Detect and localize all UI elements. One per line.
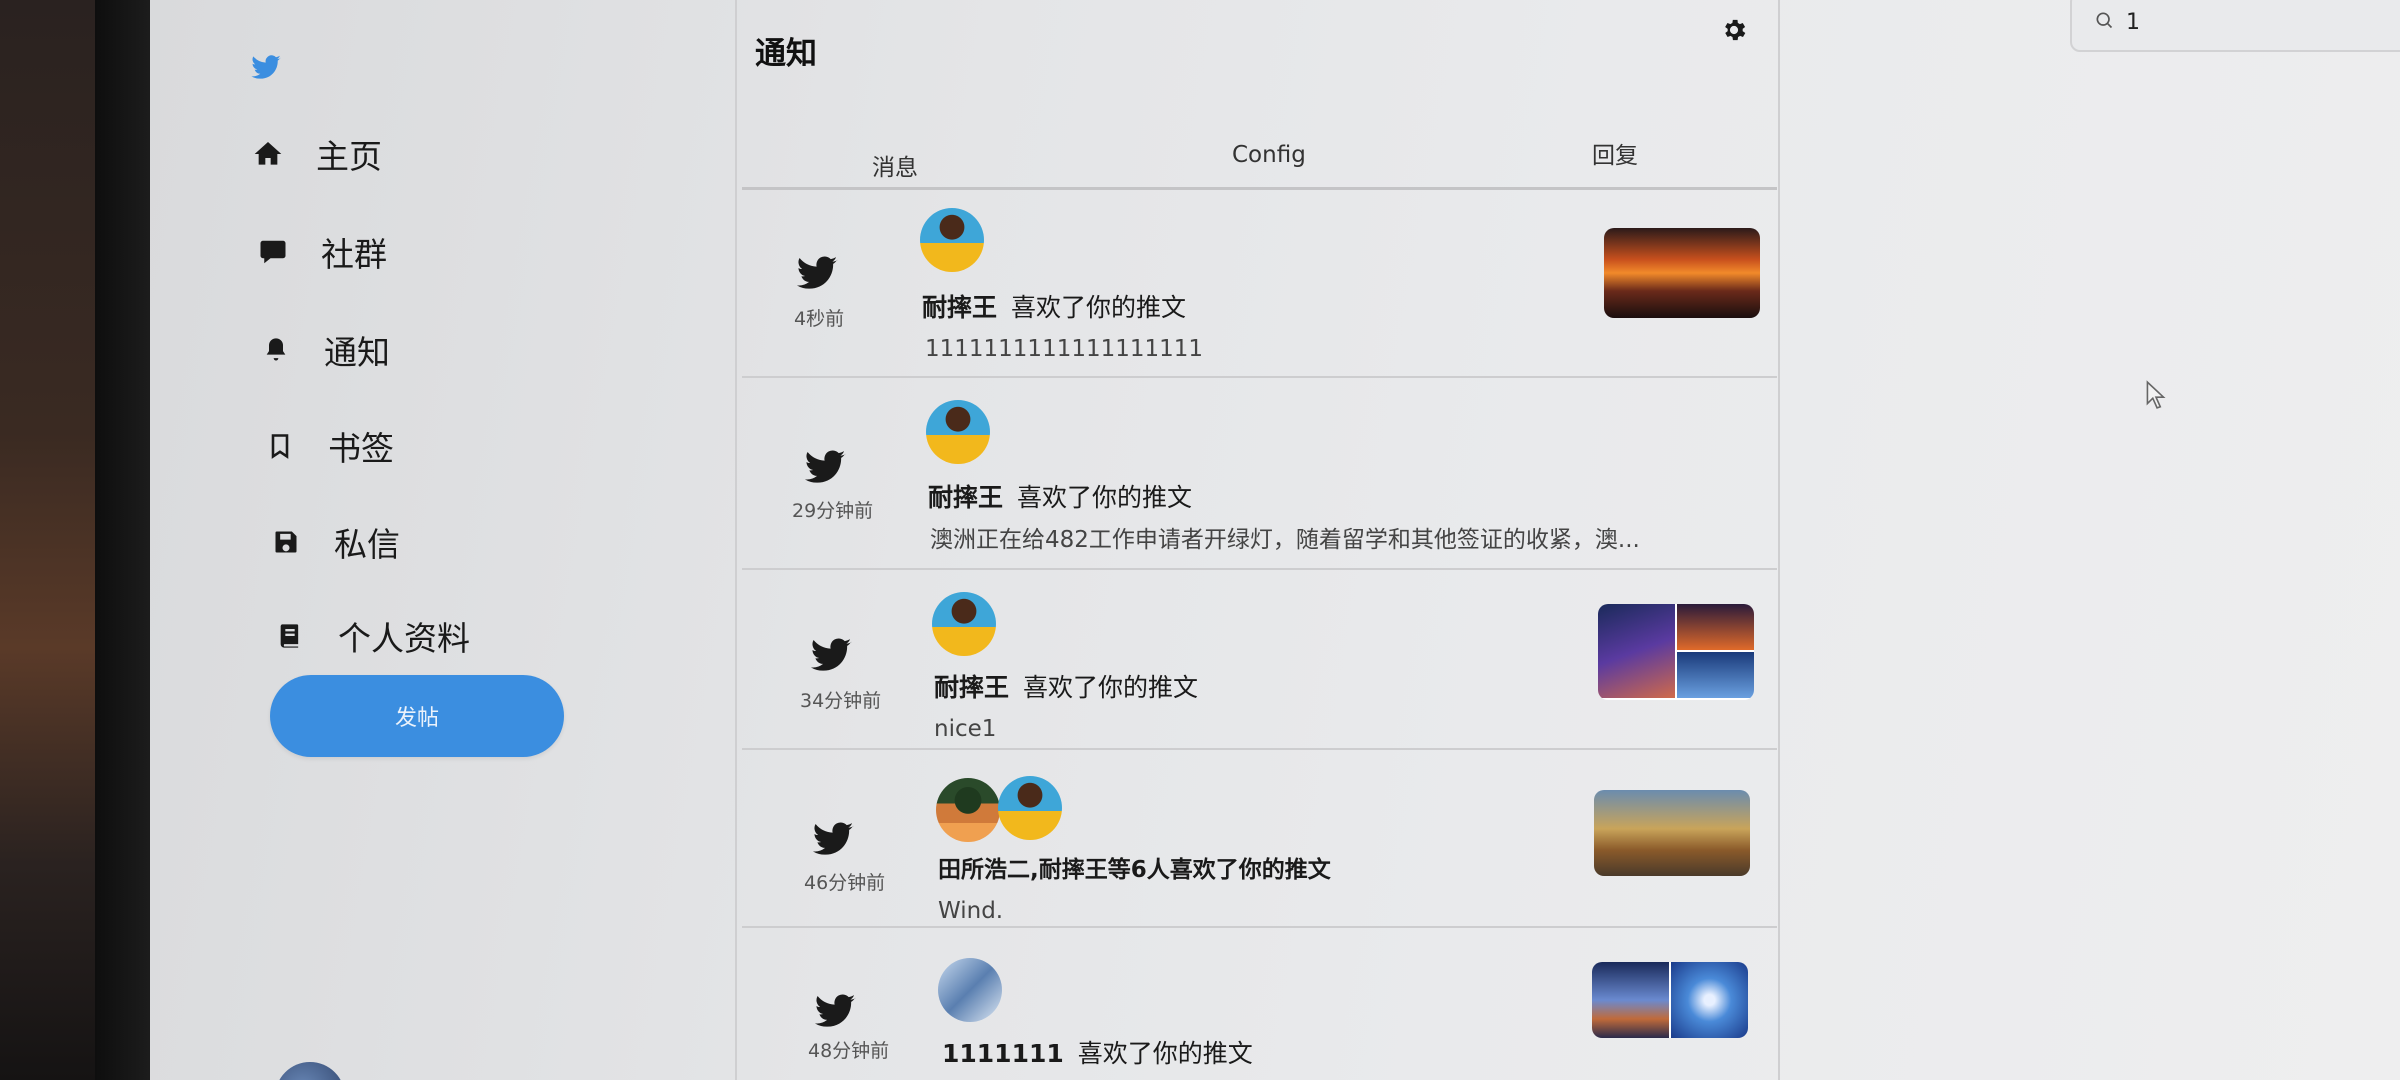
save-icon [268,524,304,560]
tab-config[interactable]: Config [1232,142,1306,168]
notification-row[interactable]: 46分钟前 田所浩二,耐摔王等6人喜欢了你的推文 Wind. [742,750,1777,928]
mouse-cursor-icon [2146,380,2166,409]
user-avatar[interactable] [920,208,984,272]
user-name[interactable]: 耐摔王 [922,293,997,322]
tweet-preview: 澳洲正在给482工作申请者开绿灯，随着留学和其他签证的收紧，澳... [930,527,1640,553]
notification-time: 4秒前 [794,308,845,330]
notification-action: 喜欢了你的推文 [1077,1039,1253,1068]
twitter-bird-icon [796,256,838,289]
gear-icon[interactable] [1720,16,1748,44]
user-names[interactable]: 田所浩二,耐摔王等6人喜欢了你的推文 [938,857,1331,883]
user-avatar[interactable] [938,958,1002,1022]
user-avatar[interactable] [926,400,990,464]
notification-title: 耐摔王 喜欢了你的推文 [934,668,1198,704]
search-input[interactable] [2126,9,2400,35]
user-avatar[interactable] [998,776,1062,840]
sidebar-item-messages[interactable]: 私信 [268,518,400,566]
tweet-thumbnail[interactable] [1598,604,1754,700]
notifications-panel: 通知 消息 Config 回复 4秒前 耐摔王 喜欢了你的推文 111111111… [735,0,1780,1080]
twitter-bird-icon [814,994,856,1027]
tweet-thumbnail[interactable] [1604,228,1760,318]
tweet-preview: Wind. [938,898,1004,924]
search-icon [2094,10,2114,34]
post-button[interactable]: 发帖 [270,675,564,757]
bookmark-icon [262,428,298,464]
tweet-thumbnail[interactable] [1594,790,1750,876]
notification-title: 耐摔王 喜欢了你的推文 [928,478,1192,514]
sidebar-item-notifications[interactable]: 通知 [258,326,390,374]
search-box[interactable] [2070,0,2400,52]
notification-title: 耐摔王 喜欢了你的推文 [922,288,1186,324]
sidebar-item-profile[interactable]: 个人资料 [272,612,470,660]
notification-row[interactable]: 29分钟前 耐摔王 喜欢了你的推文 澳洲正在给482工作申请者开绿灯，随着留学和其… [742,378,1777,570]
app-screen: 主页 社群 通知 书签 私信 个人资料 发帖 通知 消息 Config 回复 4… [150,0,2400,1080]
tweet-preview: nice1 [934,716,997,742]
notification-time: 34分钟前 [800,690,882,712]
notification-title: 1111111 喜欢了你的推文 [942,1034,1253,1070]
sidebar-item-label: 个人资料 [338,619,470,658]
current-user-avatar[interactable] [275,1062,345,1080]
sidebar-item-label: 社群 [321,235,387,274]
notification-time: 29分钟前 [792,500,874,522]
notification-row[interactable]: 4秒前 耐摔王 喜欢了你的推文 1111111111111111111 [742,190,1777,378]
sidebar-item-bookmarks[interactable]: 书签 [262,422,394,470]
sidebar-item-label: 私信 [334,525,400,564]
bell-icon [258,332,294,368]
notification-tabs: 消息 Config 回复 [742,120,1777,190]
tab-messages[interactable]: 消息 [872,148,918,182]
sidebar-item-label: 书签 [328,429,394,468]
user-avatar[interactable] [936,778,1000,842]
user-avatar[interactable] [932,592,996,656]
notification-time: 46分钟前 [804,872,886,894]
chat-bubble-icon [255,234,291,270]
user-name[interactable]: 耐摔王 [934,673,1009,702]
user-name[interactable]: 耐摔王 [928,483,1003,512]
notification-action: 喜欢了你的推文 [1017,483,1193,512]
book-icon [272,618,308,654]
twitter-logo-icon[interactable] [250,52,282,84]
twitter-bird-icon [804,450,846,483]
sidebar-item-community[interactable]: 社群 [255,228,387,276]
notification-row[interactable]: 48分钟前 1111111 喜欢了你的推文 [742,928,1777,1080]
notification-action: 喜欢了你的推文 [1023,673,1199,702]
home-icon [250,136,286,172]
sidebar-item-label: 通知 [324,333,390,372]
sidebar-item-label: 主页 [316,137,382,176]
user-name[interactable]: 1111111 [942,1039,1064,1068]
twitter-bird-icon [810,638,852,671]
notification-row[interactable]: 34分钟前 耐摔王 喜欢了你的推文 nice1 [742,570,1777,750]
notification-time: 48分钟前 [808,1040,890,1062]
twitter-bird-icon [812,822,854,855]
notification-action: 喜欢了你的推文 [1011,293,1187,322]
notification-title: 田所浩二,耐摔王等6人喜欢了你的推文 [938,850,1331,884]
sidebar-item-home[interactable]: 主页 [250,130,382,178]
page-title: 通知 [755,36,817,72]
tab-replies[interactable]: 回复 [1592,136,1638,170]
tweet-preview: 1111111111111111111 [925,336,1204,362]
tweet-thumbnail[interactable] [1592,962,1748,1038]
